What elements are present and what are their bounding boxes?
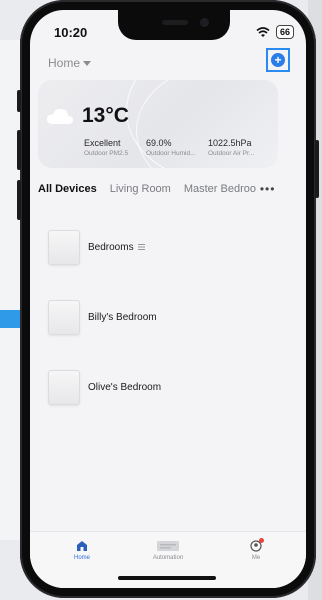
temperature: 13°C (82, 104, 129, 127)
add-button-highlight: + (266, 48, 290, 72)
power-button (315, 140, 319, 198)
home-icon (77, 541, 87, 551)
list-item[interactable]: Olive's Bedroom (48, 367, 288, 407)
tab-me[interactable]: Me (226, 538, 286, 561)
bottom-tab-bar: Home Automation Me (30, 531, 306, 588)
notification-badge (259, 538, 264, 543)
status-right: 66 (256, 25, 294, 39)
phone-screen: 10:20 66 Home + 13°C Excellent Outdoor P… (30, 10, 306, 588)
volume-up-button (17, 130, 21, 170)
home-indicator (118, 576, 216, 580)
group-icon (137, 244, 145, 250)
tab-automation[interactable]: Automation (138, 540, 198, 561)
front-camera (200, 18, 209, 27)
metric-pm25: Excellent Outdoor PM2.5 (84, 138, 128, 157)
add-device-button[interactable]: + (271, 53, 285, 67)
list-item[interactable]: Bedrooms (48, 227, 288, 267)
room-tabs: All Devices Living Room Master Bedroo ••… (38, 182, 300, 196)
weather-card[interactable]: 13°C Excellent Outdoor PM2.5 69.0% Outdo… (38, 80, 278, 168)
metric-label: Outdoor PM2.5 (84, 150, 129, 157)
status-time: 10:20 (54, 25, 88, 40)
room-name: Olive's Bedroom (88, 381, 162, 393)
metric-value: 69.0% (146, 138, 172, 148)
notch (118, 10, 230, 40)
tab-living-room[interactable]: Living Room (110, 183, 171, 195)
metric-label: Outdoor Humid... (146, 150, 196, 157)
battery-icon: 66 (275, 25, 294, 39)
metric-air-pressure: 1022.5hPa Outdoor Air Pr... (208, 138, 254, 157)
plus-circle-icon: + (274, 53, 282, 67)
room-thumbnail (48, 229, 80, 265)
tab-label: Home (73, 555, 90, 561)
room-thumbnail (48, 299, 80, 335)
tab-label: Me (251, 555, 261, 561)
tab-label: Automation (152, 555, 184, 561)
wifi-icon (256, 26, 270, 37)
speaker-grille (162, 20, 188, 25)
room-name: Billy's Bedroom (88, 311, 157, 323)
tab-all-devices[interactable]: All Devices (38, 183, 97, 195)
automation-icon (157, 541, 179, 551)
mute-switch (17, 90, 21, 112)
home-selector[interactable]: Home (48, 56, 92, 70)
tab-home[interactable]: Home (52, 540, 112, 561)
chevron-down-icon (83, 60, 92, 66)
metric-value: Excellent (84, 138, 121, 148)
room-name: Bedrooms (88, 241, 134, 253)
volume-down-button (17, 180, 21, 220)
metric-humidity: 69.0% Outdoor Humid... (146, 138, 196, 157)
more-icon[interactable]: ••• (260, 182, 276, 196)
metric-value: 1022.5hPa (208, 138, 252, 148)
metric-label: Outdoor Air Pr... (208, 150, 255, 157)
room-thumbnail (48, 369, 80, 405)
list-item[interactable]: Billy's Bedroom (48, 297, 288, 337)
cloud-icon (47, 108, 73, 124)
tab-master-bedroom[interactable]: Master Bedroo (184, 183, 256, 195)
home-selector-label: Home (48, 56, 81, 70)
